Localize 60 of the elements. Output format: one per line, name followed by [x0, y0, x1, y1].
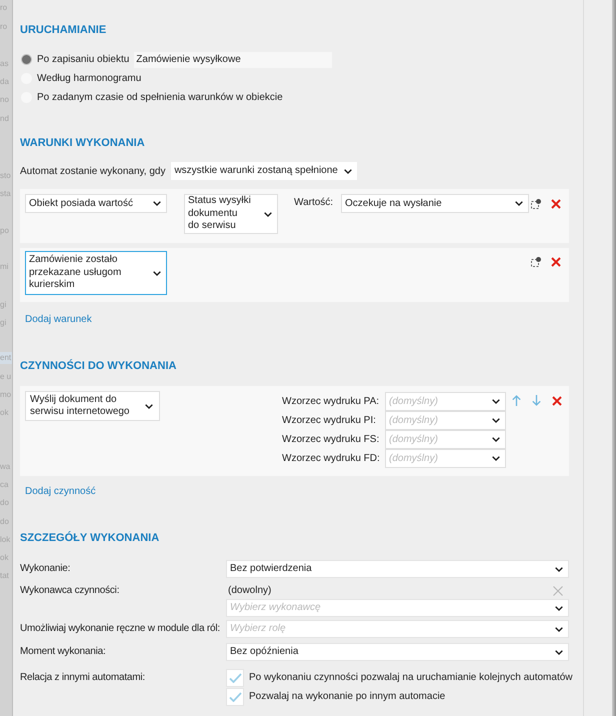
checkbox[interactable]	[226, 669, 244, 687]
chevron-down-icon	[492, 418, 500, 423]
radio-button[interactable]	[21, 54, 32, 65]
checkbox-label[interactable]: Pozwalaj na wykonanie po innym automacie	[249, 690, 446, 704]
delete-icon[interactable]	[551, 199, 561, 209]
template-label: Wzorzec wydruku PI:	[282, 414, 377, 428]
template-label: Wzorzec wydruku PA:	[282, 394, 380, 408]
field-label: Wykonawca czynności:	[20, 584, 120, 598]
action-select[interactable]: Wyślij dokument do serwisu internetowego	[25, 391, 160, 421]
background-text: ent	[0, 352, 12, 364]
value-label: Wartość:	[294, 196, 334, 210]
clear-icon[interactable]	[553, 586, 563, 596]
property-select[interactable]: Status wysyłki dokumentu do serwisu	[184, 194, 278, 234]
check-icon	[228, 692, 242, 702]
chevron-down-icon	[153, 201, 161, 206]
arrow-down-icon[interactable]	[532, 395, 541, 406]
delete-icon[interactable]	[552, 396, 562, 406]
chevron-down-icon	[555, 626, 563, 632]
chevron-down-icon	[492, 437, 500, 442]
chevron-down-icon	[492, 399, 500, 404]
selected-value: (dowolny)	[227, 584, 272, 598]
section-title: URUCHAMIANIE	[20, 23, 106, 38]
mode-label: Automat zostanie wykonany, gdy	[20, 164, 166, 178]
section-title: CZYNNOŚCI DO WYKONANIA	[20, 358, 176, 374]
field-label: Umożliwiaj wykonanie ręczne w module dla ról:	[20, 622, 221, 636]
chevron-down-icon	[264, 212, 272, 216]
mode-select[interactable]: wszystkie warunki zostaną spełnione	[171, 162, 357, 180]
dashed-square-icon[interactable]	[531, 257, 541, 267]
chevron-down-icon	[555, 606, 563, 610]
template-label: Wzorzec wydruku FS:	[282, 432, 380, 446]
add-condition-link[interactable]: Dodaj warunek	[25, 313, 92, 327]
section-title: SZCZEGÓŁY WYKONANIA	[20, 530, 160, 546]
chevron-down-icon	[344, 168, 352, 174]
add-action-link[interactable]: Dodaj czynność	[25, 485, 96, 499]
option-label[interactable]: Po zapisaniu obiektu	[37, 52, 130, 66]
details-select[interactable]: Bez opóźnienia	[226, 643, 569, 661]
condition-select[interactable]: Obiekt posiada wartość	[25, 194, 167, 213]
object-field[interactable]: Zamówienie wysyłkowe	[134, 52, 332, 68]
chevron-down-icon	[555, 650, 563, 654]
dashed-square-icon[interactable]	[531, 199, 541, 209]
field-label: Wykonanie:	[20, 562, 72, 576]
arrow-up-icon[interactable]	[512, 395, 521, 406]
chevron-down-icon	[555, 566, 563, 572]
chevron-down-icon	[145, 404, 153, 408]
field-label: Relacja z innymi automatami:	[20, 671, 146, 685]
option-label[interactable]: Według harmonogramu	[37, 72, 142, 86]
delete-icon[interactable]	[551, 257, 561, 267]
value-select[interactable]: Oczekuje na wysłanie	[341, 194, 529, 213]
check-icon	[228, 673, 242, 683]
option-label[interactable]: Po zadanym czasie od spełnienia warunków w obiekcie	[37, 90, 283, 104]
condition-select[interactable]: Zamówienie zostało przekazane usługom kurierskim	[25, 251, 167, 295]
checkbox-label[interactable]: Po wykonaniu czynności pozwalaj na uruchamianie kolejnych automatów	[249, 671, 573, 685]
chevron-down-icon	[492, 456, 500, 461]
section-title: WARUNKI WYKONANIA	[20, 136, 145, 151]
field-label: Moment wykonania:	[20, 645, 107, 659]
checkbox[interactable]	[226, 688, 244, 706]
details-select[interactable]: Bez potwierdzenia	[226, 560, 569, 578]
chevron-down-icon	[153, 270, 161, 276]
template-label: Wzorzec wydruku FD:	[282, 452, 381, 466]
chevron-down-icon	[515, 201, 523, 206]
